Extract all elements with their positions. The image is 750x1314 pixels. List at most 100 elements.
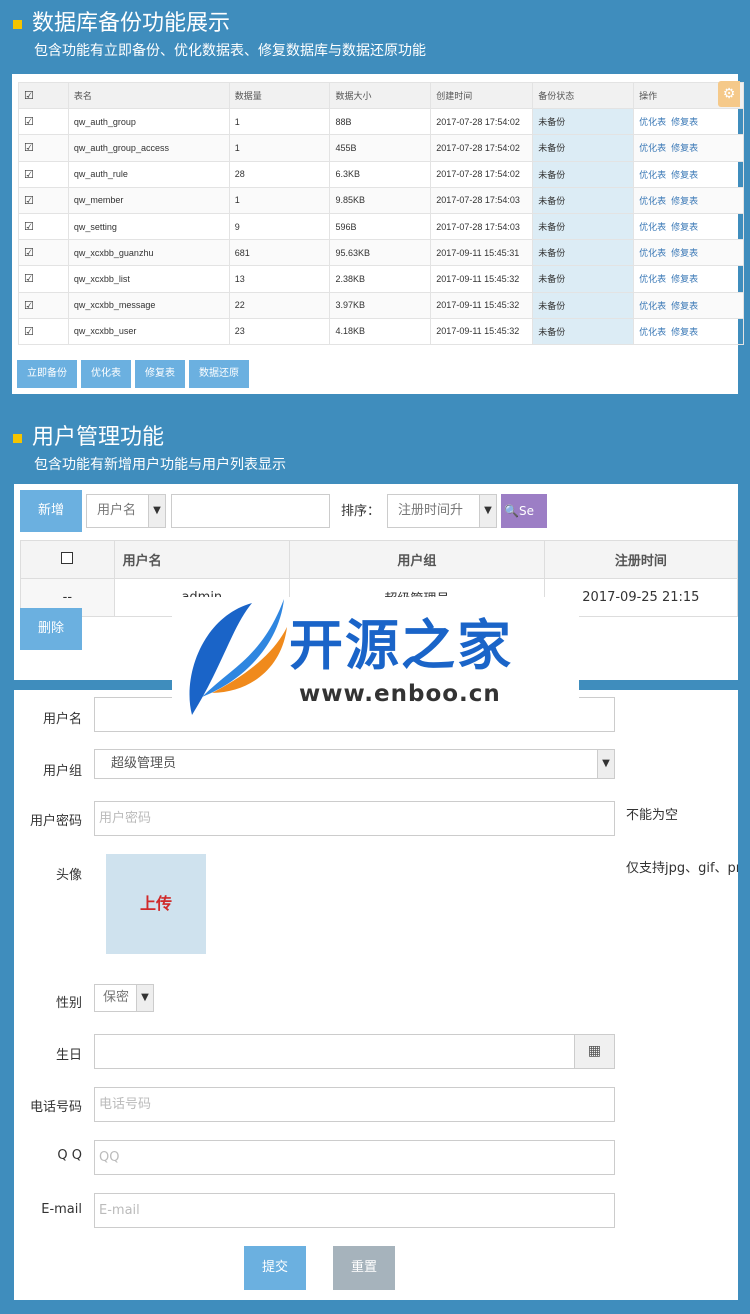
row-table-name: qw_xcxbb_guanzhu bbox=[67, 239, 230, 267]
checkbox-checked-icon[interactable]: ☑ bbox=[24, 195, 34, 207]
row-count: 681 bbox=[228, 239, 331, 267]
row-count: 1 bbox=[228, 134, 331, 162]
filter-field-select[interactable]: 用户名 ▼ bbox=[86, 494, 166, 528]
checkbox-checked-icon[interactable]: ☑ bbox=[24, 326, 34, 338]
table-row[interactable]: ☑ qw_auth_group 1 88B 2017-07-28 17:54:02 未备份… bbox=[18, 108, 744, 136]
optimize-link[interactable]: 优化表 bbox=[639, 143, 666, 153]
chevron-down-icon: ▼ bbox=[148, 495, 165, 527]
row-status: 未备份 bbox=[532, 134, 635, 162]
optimize-link[interactable]: 优化表 bbox=[639, 222, 666, 232]
qq-label: Q Q bbox=[57, 1148, 82, 1163]
phone-label: 电话号码 bbox=[29, 1100, 82, 1115]
optimize-link[interactable]: 优化表 bbox=[639, 117, 666, 127]
checkbox-checked-icon[interactable]: ☑ bbox=[24, 300, 34, 312]
row-status: 未备份 bbox=[532, 108, 635, 136]
qq-field[interactable]: QQ bbox=[94, 1140, 615, 1175]
upload-button[interactable]: 上传 bbox=[106, 854, 206, 954]
checkbox-checked-icon[interactable]: ☑ bbox=[24, 142, 34, 154]
table-row[interactable]: ☑ qw_xcxbb_message 22 3.97KB 2017-09-11 15:4… bbox=[18, 291, 744, 319]
checkbox-checked-icon[interactable]: ☑ bbox=[24, 221, 34, 233]
optimize-link[interactable]: 优化表 bbox=[639, 327, 666, 337]
table-row[interactable]: ☑ qw_xcxbb_user 23 4.18KB 2017-09-11 15:45:3… bbox=[18, 317, 744, 345]
row-table-name: qw_auth_group_access bbox=[67, 134, 230, 162]
password-field[interactable]: 用户密码 bbox=[94, 801, 615, 836]
optimize-link[interactable]: 优化表 bbox=[639, 170, 666, 180]
logo-url: www.enboo.cn bbox=[299, 681, 501, 707]
repair-button[interactable]: 修复表 bbox=[135, 360, 185, 388]
sort-select[interactable]: 注册时间升 ▼ bbox=[387, 494, 497, 528]
repair-link[interactable]: 修复表 bbox=[671, 196, 698, 206]
table-row[interactable]: ☑ qw_auth_rule 28 6.3KB 2017-07-28 17:54:02 未… bbox=[18, 160, 744, 188]
row-size: 95.63KB bbox=[329, 239, 432, 267]
row-count: 28 bbox=[228, 160, 331, 188]
checkbox[interactable] bbox=[61, 551, 74, 564]
checkbox-checked-icon[interactable]: ☑ bbox=[24, 116, 34, 128]
row-size: 6.3KB bbox=[329, 160, 432, 188]
new-user-button[interactable]: 新增 bbox=[20, 490, 82, 532]
checkbox-checked-icon[interactable]: ☑ bbox=[24, 273, 34, 285]
section2-subtitle: 包含功能有新增用户功能与用户列表显示 bbox=[34, 457, 286, 473]
gear-icon[interactable]: ⚙ bbox=[718, 81, 740, 107]
delete-button[interactable]: 删除 bbox=[20, 608, 82, 650]
row-checkbox[interactable]: ☑ bbox=[18, 134, 69, 162]
search-button[interactable]: 🔍 Se bbox=[501, 494, 547, 528]
search-input[interactable] bbox=[171, 494, 330, 528]
chevron-down-icon: ▼ bbox=[479, 495, 496, 527]
password-hint: 不能为空 bbox=[626, 808, 679, 823]
optimize-link[interactable]: 优化表 bbox=[639, 274, 666, 284]
checkbox-checked-icon[interactable]: ☑ bbox=[24, 247, 34, 259]
row-checkbox[interactable]: ☑ bbox=[18, 160, 69, 188]
table-row[interactable]: ☑ qw_xcxbb_list 13 2.38KB 2017-09-11 15:45:3… bbox=[18, 265, 744, 293]
search-button-label: Se bbox=[519, 504, 534, 518]
row-checkbox[interactable]: ☑ bbox=[18, 108, 69, 136]
row-checkbox[interactable]: ☑ bbox=[18, 291, 69, 319]
section1-header: 数据库备份功能展示 包含功能有立即备份、优化数据表、修复数据库与数据还原功能 bbox=[0, 10, 750, 61]
calendar-icon[interactable]: ▦ bbox=[574, 1035, 614, 1068]
chevron-down-icon: ▼ bbox=[597, 750, 614, 778]
repair-link[interactable]: 修复表 bbox=[671, 170, 698, 180]
repair-link[interactable]: 修复表 bbox=[671, 143, 698, 153]
row-ops: 优化表 修复表 bbox=[633, 108, 744, 136]
birthday-field[interactable]: ▦ bbox=[94, 1034, 615, 1069]
row-ops: 优化表 修复表 bbox=[633, 239, 744, 267]
repair-link[interactable]: 修复表 bbox=[671, 274, 698, 284]
row-created: 2017-07-28 17:54:02 bbox=[430, 134, 534, 162]
phone-field[interactable]: 电话号码 bbox=[94, 1087, 615, 1122]
checkbox-checked-icon[interactable]: ☑ bbox=[24, 169, 34, 181]
row-checkbox[interactable]: ☑ bbox=[18, 186, 69, 214]
submit-button[interactable]: 提交 bbox=[244, 1246, 306, 1290]
optimize-link[interactable]: 优化表 bbox=[639, 196, 666, 206]
table-row[interactable]: ☑ qw_auth_group_access 1 455B 2017-07-28 17:… bbox=[18, 134, 744, 162]
group-select[interactable]: 超级管理员 ▼ bbox=[94, 749, 615, 779]
row-status: 未备份 bbox=[532, 317, 635, 345]
table-row[interactable]: ☑ qw_setting 9 596B 2017-07-28 17:54:03 未备份 优化… bbox=[18, 212, 744, 241]
gender-select[interactable]: 保密 ▼ bbox=[94, 984, 154, 1012]
row-checkbox[interactable]: ☑ bbox=[18, 212, 69, 241]
gender-label: 性别 bbox=[55, 996, 82, 1011]
repair-link[interactable]: 修复表 bbox=[671, 222, 698, 232]
restore-button[interactable]: 数据还原 bbox=[189, 360, 249, 388]
repair-link[interactable]: 修复表 bbox=[671, 248, 698, 258]
email-field[interactable]: E-mail bbox=[94, 1193, 615, 1228]
row-table-name: qw_xcxbb_user bbox=[67, 317, 230, 345]
repair-link[interactable]: 修复表 bbox=[671, 327, 698, 337]
reset-button[interactable]: 重置 bbox=[333, 1246, 395, 1290]
table-row[interactable]: ☑ qw_xcxbb_guanzhu 681 95.63KB 2017-09-11 15… bbox=[18, 239, 744, 267]
table-row[interactable]: ☑ qw_member 1 9.85KB 2017-07-28 17:54:03 未备份优… bbox=[18, 186, 744, 214]
enboo-logo: 开源之家 www.enboo.cn bbox=[172, 597, 579, 717]
repair-link[interactable]: 修复表 bbox=[671, 117, 698, 127]
col-created: 创建时间 bbox=[430, 81, 534, 110]
optimize-link[interactable]: 优化表 bbox=[639, 248, 666, 258]
row-checkbox[interactable]: ☑ bbox=[18, 239, 69, 267]
optimize-link[interactable]: 优化表 bbox=[639, 301, 666, 311]
optimize-button[interactable]: 优化表 bbox=[81, 360, 131, 388]
db-table: ☑ 表名 数据量 数据大小 创建时间 备份状态 操作 ☑ qw_auth_grou… bbox=[18, 81, 744, 345]
col-check-all[interactable]: ☑ bbox=[18, 81, 69, 110]
backup-now-button[interactable]: 立即备份 bbox=[17, 360, 77, 388]
row-checkbox[interactable]: ☑ bbox=[18, 317, 69, 345]
col-check-all-users[interactable] bbox=[20, 540, 115, 579]
group-label: 用户组 bbox=[42, 764, 82, 779]
row-checkbox[interactable]: ☑ bbox=[18, 265, 69, 293]
repair-link[interactable]: 修复表 bbox=[671, 301, 698, 311]
row-count: 1 bbox=[228, 186, 331, 214]
